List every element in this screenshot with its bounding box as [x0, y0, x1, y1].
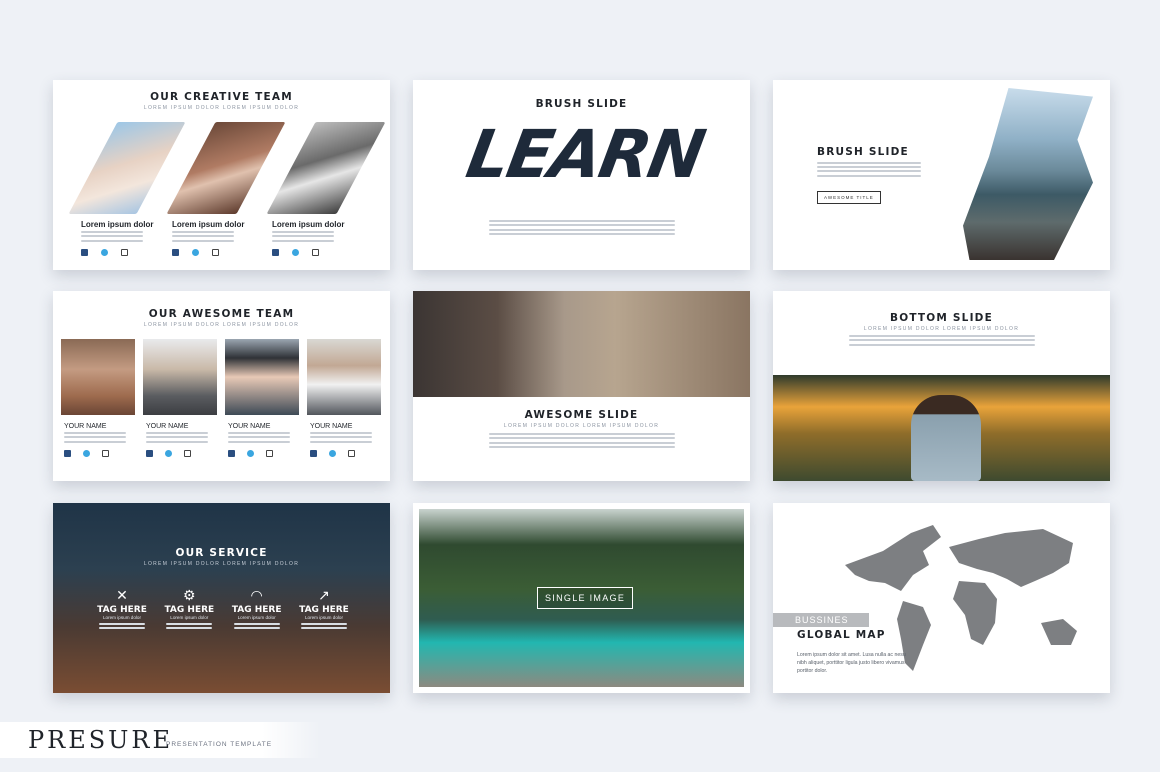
- facebook-icon[interactable]: [146, 449, 153, 457]
- twitter-icon[interactable]: [292, 248, 299, 256]
- instagram-icon[interactable]: [312, 248, 319, 256]
- twitter-icon[interactable]: [247, 449, 254, 457]
- instagram-icon[interactable]: [212, 248, 219, 256]
- service-tag: TAG HERE: [231, 605, 282, 615]
- facebook-icon[interactable]: [310, 449, 317, 457]
- twitter-icon[interactable]: [101, 248, 108, 256]
- instagram-icon[interactable]: [184, 449, 191, 457]
- service-text: Lorem ipsum dolor: [304, 615, 343, 620]
- team-photo-1: [61, 339, 135, 415]
- team-photo-2: [166, 122, 286, 214]
- slide-title: BRUSH SLIDE: [817, 146, 909, 158]
- member-name: Lorem ipsum dolor: [81, 220, 154, 229]
- person-silhouette: [911, 395, 981, 481]
- slide-subtitle: LOREM IPSUM DOLOR LOREM IPSUM DOLOR: [143, 105, 300, 111]
- slide-title: BRUSH SLIDE: [535, 98, 628, 110]
- team-photo-4: [307, 339, 381, 415]
- chart-icon: ↗: [318, 587, 330, 603]
- slide-service[interactable]: OUR SERVICE LOREM IPSUM DOLOR LOREM IPSU…: [53, 503, 390, 693]
- service-text: Lorem ipsum dolor: [170, 615, 209, 620]
- instagram-icon[interactable]: [266, 449, 273, 457]
- twitter-icon[interactable]: [192, 248, 199, 256]
- member-name: YOUR NAME: [228, 423, 271, 430]
- facebook-icon[interactable]: [272, 248, 279, 256]
- slide-single-image[interactable]: SINGLE IMAGE: [413, 503, 750, 693]
- wifi-icon: ◠: [250, 587, 263, 603]
- slide-awesome-team[interactable]: OUR AWESOME TEAM LOREM IPSUM DOLOR LOREM…: [53, 291, 390, 481]
- map-description: Lorem ipsum dolor sit amet. Lusa nulla a…: [797, 652, 906, 674]
- member-name: YOUR NAME: [64, 423, 107, 430]
- slide-subtitle: LOREM IPSUM DOLOR LOREM IPSUM DOLOR: [143, 322, 300, 328]
- slide-subtitle: LOREM IPSUM DOLOR LOREM IPSUM DOLOR: [143, 561, 300, 567]
- facebook-icon[interactable]: [81, 248, 88, 256]
- slide-brush-learn[interactable]: BRUSH SLIDE LEARN: [413, 80, 750, 270]
- slide-title: BOTTOM SLIDE: [890, 312, 993, 324]
- instagram-icon[interactable]: [102, 449, 109, 457]
- twitter-icon[interactable]: [83, 449, 90, 457]
- single-image-label: SINGLE IMAGE: [537, 587, 634, 609]
- service-text: Lorem ipsum dolor: [102, 615, 142, 620]
- slide-global-map[interactable]: BUSSINES GLOBAL MAP Lorem ipsum dolor si…: [773, 503, 1110, 693]
- slide-title: GLOBAL MAP: [797, 629, 886, 641]
- slide-awesome[interactable]: AWESOME SLIDE LOREM IPSUM DOLOR LOREM IP…: [413, 291, 750, 481]
- slide-title: OUR SERVICE: [175, 547, 268, 559]
- service-tag: TAG HERE: [97, 605, 147, 615]
- slide-title: OUR AWESOME TEAM: [148, 308, 295, 320]
- slide-subtitle: LOREM IPSUM DOLOR LOREM IPSUM DOLOR: [503, 423, 660, 429]
- couple-photo: [413, 291, 750, 397]
- slide-title: OUR CREATIVE TEAM: [150, 91, 293, 103]
- instagram-icon[interactable]: [121, 248, 128, 256]
- slide-title: AWESOME SLIDE: [524, 409, 639, 421]
- member-name: YOUR NAME: [310, 423, 353, 430]
- mountain-brush-image: [963, 88, 1093, 260]
- facebook-icon[interactable]: [172, 248, 179, 256]
- facebook-icon[interactable]: [64, 449, 71, 457]
- service-tag: TAG HERE: [164, 605, 215, 615]
- twitter-icon[interactable]: [165, 449, 172, 457]
- instagram-icon[interactable]: [348, 449, 355, 457]
- service-text: Lorem ipsum dolor: [237, 615, 276, 620]
- brand-title: PRESURE: [28, 726, 173, 754]
- twitter-icon[interactable]: [329, 449, 336, 457]
- team-photo-2: [143, 339, 217, 415]
- slide-subtitle: LOREM IPSUM DOLOR LOREM IPSUM DOLOR: [863, 326, 1020, 332]
- member-name: Lorem ipsum dolor: [272, 220, 345, 229]
- gear-icon: ⚙: [183, 587, 196, 603]
- brush-word: LEARN: [461, 116, 709, 193]
- member-name: Lorem ipsum dolor: [172, 220, 245, 229]
- facebook-icon[interactable]: [228, 449, 235, 457]
- business-label: BUSSINES: [773, 613, 869, 627]
- slide-brush-mountain[interactable]: BRUSH SLIDE AWESOME TITLE: [773, 80, 1110, 270]
- service-tag: TAG HERE: [299, 605, 349, 615]
- slide-creative-team[interactable]: OUR CREATIVE TEAM LOREM IPSUM DOLOR LORE…: [53, 80, 390, 270]
- slide-bottom[interactable]: BOTTOM SLIDE LOREM IPSUM DOLOR LOREM IPS…: [773, 291, 1110, 481]
- team-photo-3: [225, 339, 299, 415]
- team-photo-3: [266, 122, 386, 214]
- tools-icon: ✕: [116, 587, 128, 603]
- member-name: YOUR NAME: [146, 423, 189, 430]
- team-photo-1: [68, 122, 186, 214]
- brand-subtitle: PRESENTATION TEMPLATE: [166, 741, 273, 748]
- awesome-title-button[interactable]: AWESOME TITLE: [817, 190, 881, 204]
